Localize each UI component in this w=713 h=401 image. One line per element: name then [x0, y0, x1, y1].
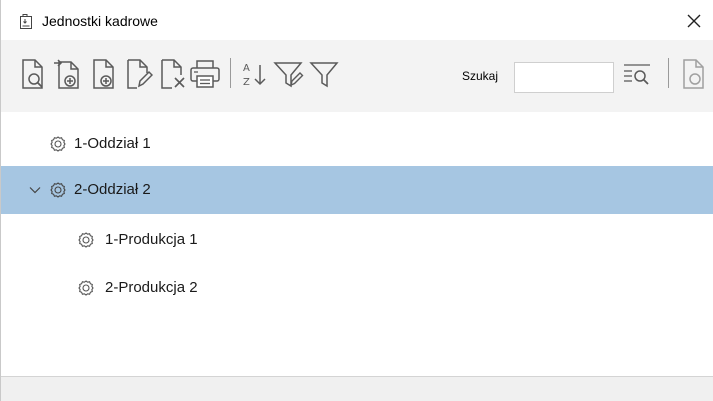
jednostki-kadrowe-window: Jednostki kadrowe A Z Szukaj 1-Oddział 1…	[0, 0, 713, 401]
sort-az-icon: A Z	[243, 63, 266, 88]
tree-item-label: 2-Oddział 2	[74, 181, 151, 198]
window-title: Jednostki kadrowe	[42, 13, 158, 29]
filter-edit-button[interactable]	[272, 54, 306, 94]
window-icon	[20, 14, 32, 29]
unit-tree: 1-Oddział 1 2-Oddział 2 1-Produkcja 1 2-…	[1, 112, 713, 376]
edit-button[interactable]	[121, 54, 155, 94]
printer-icon	[190, 60, 220, 88]
print-button[interactable]	[188, 54, 222, 94]
gear-icon	[50, 136, 66, 152]
trailing-document-button[interactable]	[677, 54, 713, 94]
document-edit-icon	[127, 59, 153, 89]
search-list-icon	[624, 64, 650, 85]
filter-icon	[309, 62, 339, 88]
delete-button[interactable]	[155, 54, 189, 94]
document-add-icon	[93, 59, 114, 89]
document-icon	[683, 59, 704, 89]
search-input[interactable]	[514, 62, 614, 93]
svg-text:Z: Z	[243, 77, 250, 88]
gear-icon	[50, 182, 66, 198]
document-preview-icon	[22, 59, 43, 89]
document-add-from-icon	[54, 59, 79, 89]
tree-item-label: 1-Produkcja 1	[105, 231, 198, 248]
tree-item[interactable]: 1-Oddział 1	[1, 120, 713, 168]
preview-button[interactable]	[16, 54, 50, 94]
gear-icon	[78, 280, 94, 296]
tree-item[interactable]: 2-Produkcja 2	[1, 264, 713, 312]
search-button[interactable]	[620, 54, 654, 94]
search-label: Szukaj	[462, 69, 499, 83]
chevron-down-icon[interactable]	[28, 183, 42, 197]
toolbar: A Z Szukaj	[1, 40, 713, 112]
title-bar: Jednostki kadrowe	[1, 0, 713, 40]
gear-icon	[78, 232, 94, 248]
svg-text:A: A	[243, 63, 250, 74]
tree-item-selected[interactable]: 2-Oddział 2	[1, 166, 713, 214]
toolbar-separator	[230, 58, 231, 88]
tree-item-label: 2-Produkcja 2	[105, 279, 198, 296]
add-from-button[interactable]	[51, 54, 85, 94]
toolbar-separator	[668, 58, 669, 88]
filter-edit-icon	[273, 62, 304, 88]
document-delete-icon	[161, 59, 185, 89]
tree-item[interactable]: 1-Produkcja 1	[1, 216, 713, 264]
status-bar	[1, 376, 713, 401]
tree-item-label: 1-Oddział 1	[74, 135, 151, 152]
close-icon	[687, 14, 701, 28]
add-button[interactable]	[87, 54, 121, 94]
filter-button[interactable]	[307, 54, 341, 94]
close-button[interactable]	[681, 8, 707, 34]
sort-button[interactable]: A Z	[236, 54, 270, 94]
